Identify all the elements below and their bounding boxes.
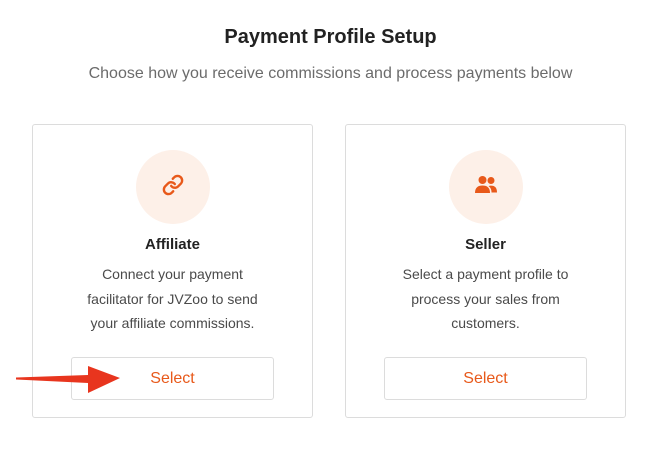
seller-icon-circle xyxy=(448,150,523,224)
users-icon xyxy=(474,175,498,200)
page-title: Payment Profile Setup xyxy=(224,26,437,48)
affiliate-icon-circle xyxy=(135,150,210,224)
seller-select-button[interactable]: Select xyxy=(384,357,587,400)
seller-card-title: Seller xyxy=(465,236,506,253)
seller-card: Seller Select a payment profile to proce… xyxy=(345,124,626,418)
affiliate-card-description: Connect your payment facilitator for JVZ… xyxy=(87,266,258,331)
link-icon xyxy=(162,174,184,201)
page-subtitle: Choose how you receive commissions and p… xyxy=(88,65,573,82)
affiliate-card-title: Affiliate xyxy=(144,236,200,253)
payment-profile-setup-page: Payment Profile Setup Choose how you rec… xyxy=(0,0,661,476)
red-arrow-icon xyxy=(14,356,124,405)
seller-card-description: Select a payment profile to process your… xyxy=(402,266,569,331)
